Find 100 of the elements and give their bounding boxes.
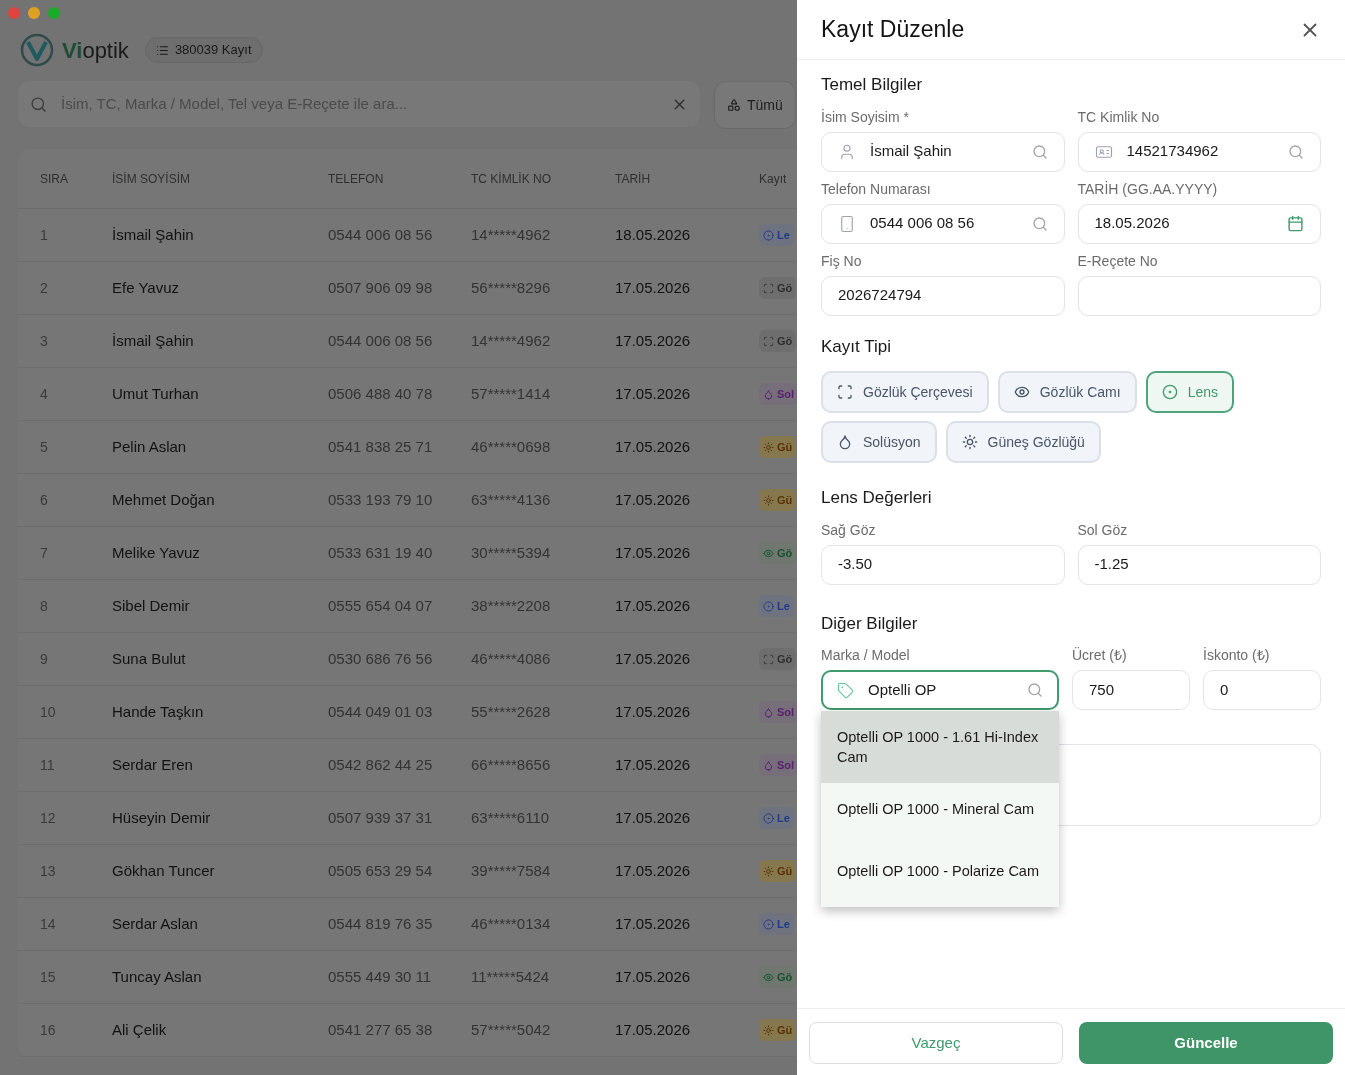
shapes-icon bbox=[727, 98, 741, 112]
suggestion-item[interactable]: Optelli OP 1000 - Polarize Cam bbox=[821, 835, 1059, 907]
table-cell-text: 0541 277 65 38 bbox=[328, 1019, 434, 1040]
row-number: 3 bbox=[40, 331, 49, 351]
section-heading: Lens Değerleri bbox=[821, 487, 933, 509]
target-icon bbox=[763, 600, 774, 612]
table-cell-text: 0530 686 76 56 bbox=[328, 648, 434, 669]
table-cell-text: Ali Çelik bbox=[112, 1019, 168, 1040]
eye-icon bbox=[763, 971, 774, 983]
table-cell-text: 46*****4086 bbox=[471, 648, 552, 669]
phone-icon bbox=[838, 214, 856, 233]
type-tag: Gö bbox=[759, 648, 797, 670]
input-field[interactable]: -1.25 bbox=[1077, 544, 1321, 585]
frame-corners-icon bbox=[763, 653, 774, 665]
table-cell-text: 14*****4962 bbox=[471, 330, 552, 351]
table-cell-text: 0507 906 09 98 bbox=[328, 277, 434, 298]
person-icon bbox=[838, 142, 856, 161]
table-cell-text: 63*****6110 bbox=[471, 807, 551, 828]
row-number: 6 bbox=[40, 490, 49, 510]
frame-corners-icon bbox=[837, 384, 853, 400]
search-icon[interactable] bbox=[1031, 143, 1048, 160]
column-header: Kayıt bbox=[759, 170, 788, 188]
table-cell-text: 38*****2208 bbox=[471, 595, 552, 616]
tag-icon bbox=[837, 681, 854, 699]
field-label: Telefon Numarası bbox=[821, 179, 932, 198]
input-field[interactable]: 2026724794 bbox=[821, 275, 1065, 316]
table-cell-text: 0544 819 76 35 bbox=[328, 913, 434, 934]
sun-icon bbox=[763, 494, 774, 506]
droplet-icon bbox=[763, 706, 774, 718]
row-number: 12 bbox=[40, 808, 57, 828]
search-icon[interactable] bbox=[1288, 143, 1304, 160]
type-tag: Gö bbox=[759, 542, 797, 564]
record-type-option[interactable]: Gözlük Camı bbox=[997, 371, 1137, 413]
table-cell-text: Serdar Eren bbox=[112, 754, 194, 775]
type-tag: Sol bbox=[759, 383, 797, 405]
filter-button[interactable]: Tümü bbox=[714, 81, 796, 129]
type-tag: Gö bbox=[759, 277, 797, 299]
input-field[interactable]: 0 bbox=[1203, 670, 1321, 710]
input-field[interactable]: 0544 006 08 56 bbox=[821, 203, 1065, 244]
droplet-icon bbox=[837, 434, 853, 450]
table-cell-text: 17.05.2026 bbox=[615, 489, 692, 510]
record-type-option[interactable]: Güneş Gözlüğü bbox=[945, 421, 1101, 463]
table-cell-text: 0542 862 44 25 bbox=[328, 754, 434, 775]
type-tag: Le bbox=[759, 595, 794, 617]
row-number: 5 bbox=[40, 437, 49, 457]
table-cell-text: 14*****4962 bbox=[471, 224, 552, 245]
table-cell-text: 17.05.2026 bbox=[615, 966, 692, 987]
record-count-badge: 380039 Kayıt bbox=[144, 37, 263, 63]
update-button[interactable]: Güncelle bbox=[1079, 1022, 1333, 1064]
input-field[interactable]: 750 bbox=[1072, 670, 1190, 710]
table-cell-text: 17.05.2026 bbox=[615, 913, 692, 934]
input-field[interactable]: -3.50 bbox=[821, 544, 1065, 585]
suggestion-item[interactable]: Optelli OP 1000 - Mineral Cam bbox=[821, 783, 1059, 835]
table-cell-text: 0505 653 29 54 bbox=[328, 860, 434, 881]
search-icon[interactable] bbox=[1027, 682, 1043, 698]
field-label: Fiş No bbox=[821, 251, 863, 270]
table-cell-text: Efe Yavuz bbox=[112, 277, 180, 298]
column-header: TELEFON bbox=[328, 170, 385, 188]
table-cell-text: 57*****1414 bbox=[471, 383, 552, 404]
input-field[interactable] bbox=[1077, 275, 1321, 316]
table-cell-text: Umut Turhan bbox=[112, 383, 200, 404]
drawer-title: Kayıt Düzenle bbox=[821, 15, 965, 45]
table-cell-text: İsmail Şahin bbox=[112, 224, 195, 245]
table-cell-text: Gökhan Tuncer bbox=[112, 860, 216, 881]
table-cell-text: 0555 654 04 07 bbox=[328, 595, 434, 616]
record-type-option[interactable]: Solüsyon bbox=[821, 421, 937, 463]
calendar-icon[interactable] bbox=[1287, 215, 1304, 232]
column-header: TARİH bbox=[615, 170, 652, 188]
table-cell-text: 17.05.2026 bbox=[615, 330, 692, 351]
input-field[interactable]: 14521734962 bbox=[1077, 131, 1321, 172]
list-icon bbox=[155, 43, 169, 57]
input-field[interactable]: 18.05.2026 bbox=[1077, 203, 1321, 244]
type-tag: Gü bbox=[759, 489, 797, 511]
table-cell-text: 0506 488 40 78 bbox=[328, 383, 434, 404]
search-icon[interactable] bbox=[1031, 215, 1048, 232]
table-cell-text: 0533 193 79 10 bbox=[328, 489, 434, 510]
table-cell-text: 0544 049 01 03 bbox=[328, 701, 434, 722]
eye-icon bbox=[1013, 384, 1030, 400]
table-cell-text: 0533 631 19 40 bbox=[328, 542, 434, 563]
record-type-option[interactable]: Gözlük Çerçevesi bbox=[821, 371, 989, 413]
type-tag: Sol bbox=[759, 701, 797, 723]
field-label: TC Kimlik No bbox=[1077, 107, 1161, 126]
cancel-button[interactable]: Vazgeç bbox=[809, 1022, 1063, 1064]
suggestion-item[interactable]: Optelli OP 1000 - 1.61 Hi-Index Cam bbox=[821, 711, 1059, 783]
type-tag: Gö bbox=[759, 330, 797, 352]
type-tag: Gö bbox=[759, 966, 797, 988]
table-cell-text: 17.05.2026 bbox=[615, 701, 692, 722]
table-cell-text: 17.05.2026 bbox=[615, 595, 692, 616]
table-cell-text: 30*****5394 bbox=[471, 542, 552, 563]
input-field[interactable]: İsmail Şahin bbox=[821, 131, 1065, 172]
field-label: İsim Soyisim * bbox=[821, 107, 910, 126]
column-header: İSİM SOYİSİM bbox=[112, 170, 191, 188]
table-cell-text: Sibel Demir bbox=[112, 595, 191, 616]
row-number: 10 bbox=[40, 702, 57, 722]
table-cell-text: Pelin Aslan bbox=[112, 436, 188, 457]
column-header: TC KİMLİK NO bbox=[471, 170, 552, 188]
brand-model-field[interactable]: Optelli OP bbox=[821, 670, 1059, 710]
column-header: SIRA bbox=[40, 170, 69, 188]
type-tag: Le bbox=[759, 913, 794, 935]
row-number: 8 bbox=[40, 596, 49, 616]
